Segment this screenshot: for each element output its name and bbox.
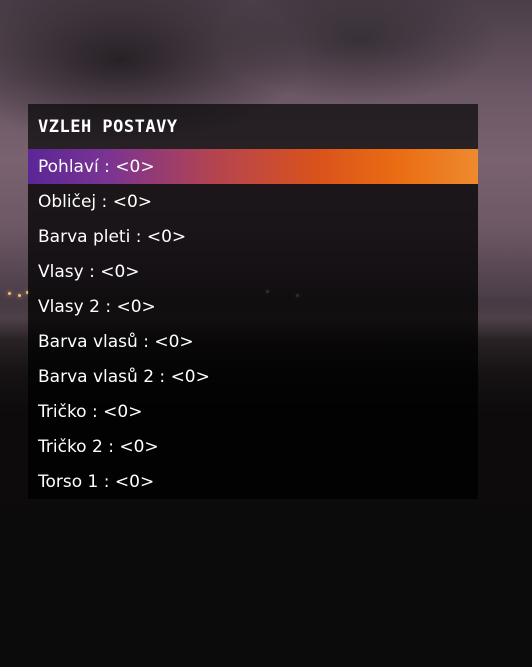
menu-item-label: Vlasy — [38, 261, 84, 282]
menu-item-value: <0> — [115, 156, 155, 177]
menu-item-label: Vlasy 2 — [38, 296, 100, 317]
menu-title: VZLEH POSTAVY — [38, 116, 178, 137]
menu-item-barva-vlasu[interactable]: Barva vlasů : <0> — [28, 324, 478, 359]
menu-item-torso-1[interactable]: Torso 1 : <0> — [28, 464, 478, 499]
menu-item-value: <0> — [146, 226, 187, 247]
menu-item-vlasy[interactable]: Vlasy : <0> — [28, 254, 478, 289]
menu-item-label: Obličej — [38, 191, 97, 212]
menu-item-label: Barva pleti — [38, 226, 131, 247]
menu-item-value: <0> — [154, 331, 194, 352]
menu-item-value: <0> — [116, 296, 156, 317]
menu-item-value: <0> — [103, 401, 143, 422]
menu-item-tricko-2[interactable]: Tričko 2 : <0> — [28, 429, 478, 464]
menu-item-value: <0> — [112, 191, 153, 212]
menu-item-oblicej[interactable]: Obličej : <0> — [28, 184, 478, 219]
menu-item-value: <0> — [119, 436, 159, 457]
menu-item-label: Tričko — [38, 401, 87, 422]
character-appearance-menu: VZLEH POSTAVY Pohlaví : <0> Obličej : <0… — [28, 104, 478, 499]
menu-item-value: <0> — [170, 366, 210, 387]
menu-item-label: Barva vlasů 2 — [38, 366, 155, 387]
menu-item-vlasy-2[interactable]: Vlasy 2 : <0> — [28, 289, 478, 324]
menu-item-value: <0> — [114, 471, 155, 492]
menu-item-pohlavi[interactable]: Pohlaví : <0> — [28, 149, 478, 184]
city-light — [8, 292, 11, 295]
menu-item-barva-pleti[interactable]: Barva pleti : <0> — [28, 219, 478, 254]
menu-item-label: Barva vlasů — [38, 331, 138, 352]
menu-item-label: Torso 1 — [38, 471, 99, 492]
city-light — [18, 294, 21, 297]
menu-item-barva-vlasu-2[interactable]: Barva vlasů 2 : <0> — [28, 359, 478, 394]
menu-header: VZLEH POSTAVY — [28, 104, 478, 149]
menu-item-label: Pohlaví — [38, 156, 99, 177]
menu-item-label: Tričko 2 — [38, 436, 103, 457]
menu-list: Pohlaví : <0> Obličej : <0> Barva pleti … — [28, 149, 478, 499]
menu-item-value: <0> — [100, 261, 140, 282]
menu-item-tricko[interactable]: Tričko : <0> — [28, 394, 478, 429]
